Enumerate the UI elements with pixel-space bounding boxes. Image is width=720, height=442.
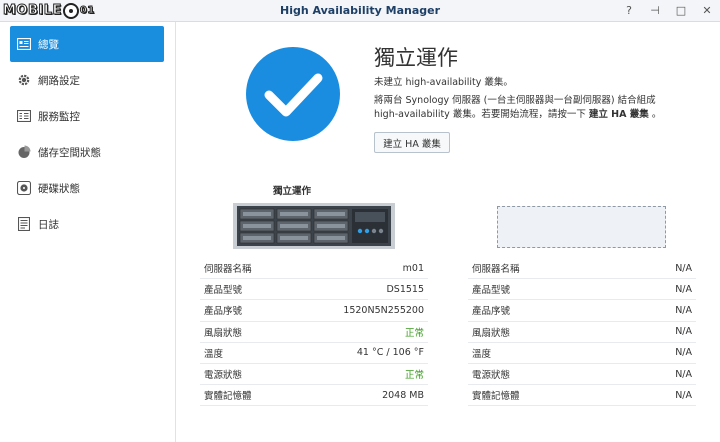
row-key: 溫度 <box>204 348 224 360</box>
table-row: 產品型號 N/A <box>468 279 696 301</box>
description-end: 。 <box>651 109 662 120</box>
status-subtitle: 未建立 high-availability 叢集。 <box>374 77 513 88</box>
row-value: N/A <box>675 262 692 274</box>
secondary-server-info-table: 伺服器名稱 N/A 產品型號 N/A 產品序號 N/A 風扇狀態 N/A 溫度 N/A 電… <box>468 258 696 407</box>
sidebar-item-service-monitor[interactable]: 服務監控 <box>10 98 164 134</box>
table-row: 實體記憶體 N/A <box>468 385 696 407</box>
row-key: 產品型號 <box>472 285 511 297</box>
main-panel: 獨立運作 未建立 high-availability 叢集。 將兩台 Synol… <box>177 22 720 442</box>
table-row: 產品型號 DS1515 <box>200 279 428 301</box>
table-row: 產品序號 N/A <box>468 300 696 322</box>
row-key: 產品型號 <box>204 285 243 297</box>
row-value: 2048 MB <box>382 389 424 401</box>
row-value: N/A <box>675 304 692 316</box>
description-emphasis: 建立 HA 叢集 <box>588 109 649 120</box>
row-value: DS1515 <box>386 283 424 295</box>
row-value: N/A <box>675 389 692 401</box>
row-key: 伺服器名稱 <box>472 264 520 276</box>
server-mode-label: 獨立運作 <box>273 186 312 197</box>
sidebar-item-label: 儲存空間狀態 <box>38 146 101 159</box>
row-key: 實體記憶體 <box>472 391 520 403</box>
table-row: 伺服器名稱 m01 <box>200 258 428 280</box>
secondary-server-placeholder <box>497 206 666 248</box>
row-value: 41 °C / 106 °F <box>356 347 424 359</box>
pin-button[interactable]: ⊣ <box>648 3 662 17</box>
row-key: 風扇狀態 <box>472 327 511 339</box>
row-value-status: 正常 <box>404 370 424 382</box>
sidebar-item-label: 硬碟狀態 <box>38 182 80 195</box>
check-circle-icon <box>246 47 340 141</box>
row-key: 產品序號 <box>204 306 243 318</box>
table-row: 電源狀態 正常 <box>200 364 428 386</box>
row-key: 電源狀態 <box>472 370 511 382</box>
table-row: 伺服器名稱 N/A <box>468 258 696 280</box>
close-button[interactable]: ✕ <box>700 3 714 17</box>
row-value: m01 <box>402 262 424 274</box>
window-title: High Availability Manager <box>279 4 440 17</box>
sidebar-item-overview[interactable]: 總覽 <box>10 26 164 62</box>
row-value: N/A <box>675 283 692 295</box>
row-key: 伺服器名稱 <box>204 264 252 276</box>
log-icon <box>16 216 32 232</box>
sidebar-item-disk-status[interactable]: 硬碟狀態 <box>10 170 164 206</box>
nas-server-icon <box>233 203 395 249</box>
sidebar-item-label: 網路設定 <box>38 74 80 87</box>
overview-icon <box>16 36 32 52</box>
table-row: 風扇狀態 正常 <box>200 322 428 343</box>
maximize-button[interactable]: □ <box>674 3 688 17</box>
sidebar-item-label: 服務監控 <box>38 110 80 123</box>
table-row: 實體記憶體 2048 MB <box>200 385 428 407</box>
row-value-status: 正常 <box>404 327 424 339</box>
status-title: 獨立運作 <box>374 46 458 70</box>
pie-chart-icon <box>16 144 32 160</box>
table-row: 電源狀態 N/A <box>468 364 696 386</box>
row-value: 1520N5N255200 <box>343 304 424 316</box>
primary-server-info-table: 伺服器名稱 m01 產品型號 DS1515 產品序號 1520N5N255200 風扇… <box>200 258 428 407</box>
gear-icon <box>16 72 32 88</box>
create-ha-cluster-button[interactable]: 建立 HA 叢集 <box>374 132 450 153</box>
sidebar: 總覽 網路設定 服務監控 儲存空間狀態 硬碟狀態 日誌 <box>0 22 176 442</box>
window-controls: ? ⊣ □ ✕ <box>622 3 714 17</box>
sidebar-item-label: 日誌 <box>38 218 59 231</box>
table-row: 溫度 41 °C / 106 °F <box>200 343 428 364</box>
row-value: N/A <box>675 347 692 359</box>
help-button[interactable]: ? <box>622 3 636 17</box>
row-value: N/A <box>675 326 692 338</box>
status-description: 將兩台 Synology 伺服器 (一台主伺服器與一台副伺服器) 結合組成 hi… <box>374 94 674 122</box>
sidebar-item-storage-status[interactable]: 儲存空間狀態 <box>10 134 164 170</box>
sidebar-item-log[interactable]: 日誌 <box>10 206 164 242</box>
table-row: 產品序號 1520N5N255200 <box>200 300 428 322</box>
sidebar-item-network[interactable]: 網路設定 <box>10 62 164 98</box>
row-key: 溫度 <box>472 348 492 360</box>
row-key: 電源狀態 <box>204 370 243 382</box>
table-row: 風扇狀態 N/A <box>468 322 696 343</box>
disk-icon <box>16 180 32 196</box>
row-key: 實體記憶體 <box>204 391 252 403</box>
table-row: 溫度 N/A <box>468 343 696 364</box>
monitor-icon <box>16 108 32 124</box>
row-key: 風扇狀態 <box>204 327 243 339</box>
sidebar-item-label: 總覽 <box>38 38 59 51</box>
row-key: 產品序號 <box>472 306 511 318</box>
row-value: N/A <box>675 368 692 380</box>
title-bar: MOBILE 01 High Availability Manager ? ⊣ … <box>0 0 720 22</box>
